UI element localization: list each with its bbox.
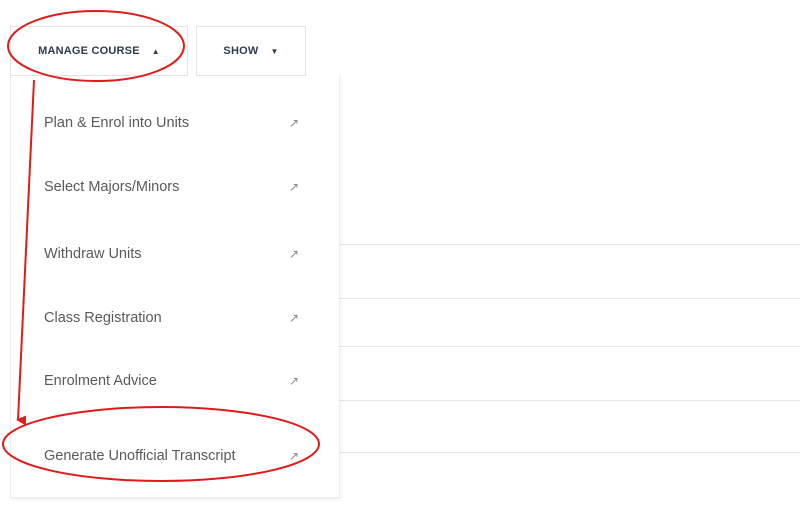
menu-item-label: Withdraw Units	[44, 246, 142, 262]
external-link-icon: ↗	[289, 311, 300, 325]
show-label: SHOW	[223, 45, 259, 57]
external-link-icon: ↗	[289, 449, 300, 463]
menu-item-class-registration[interactable]: Class Registration ↗	[11, 288, 341, 348]
external-link-icon: ↗	[289, 180, 300, 194]
external-link-icon: ↗	[289, 247, 300, 261]
content-divider	[340, 298, 800, 299]
menu-item-label: Generate Unofficial Transcript	[44, 448, 236, 464]
manage-course-button[interactable]: MANAGE COURSE ▲	[10, 26, 188, 76]
content-divider	[340, 244, 800, 245]
content-divider	[340, 452, 800, 453]
manage-course-menu: Plan & Enrol into Units ↗ Select Majors/…	[10, 76, 340, 498]
chevron-up-icon: ▲	[151, 46, 160, 56]
external-link-icon: ↗	[289, 374, 300, 388]
menu-item-generate-unofficial-transcript[interactable]: Generate Unofficial Transcript ↗	[11, 426, 341, 486]
menu-item-label: Plan & Enrol into Units	[44, 115, 190, 131]
content-divider	[340, 346, 800, 347]
show-button[interactable]: SHOW ▼	[196, 26, 306, 76]
external-link-icon: ↗	[289, 116, 300, 130]
menu-item-enrolment-advice[interactable]: Enrolment Advice ↗	[11, 351, 341, 411]
menu-item-label: Class Registration	[44, 310, 162, 326]
content-divider	[340, 400, 800, 401]
menu-item-label: Select Majors/Minors	[44, 179, 180, 195]
menu-item-select-majors-minors[interactable]: Select Majors/Minors ↗	[11, 157, 341, 217]
menu-item-label: Enrolment Advice	[44, 373, 157, 389]
menu-item-plan-enrol[interactable]: Plan & Enrol into Units ↗	[11, 93, 341, 153]
chevron-down-icon: ▼	[270, 46, 279, 56]
menu-item-withdraw-units[interactable]: Withdraw Units ↗	[11, 224, 341, 284]
manage-course-label: MANAGE COURSE	[38, 45, 140, 57]
